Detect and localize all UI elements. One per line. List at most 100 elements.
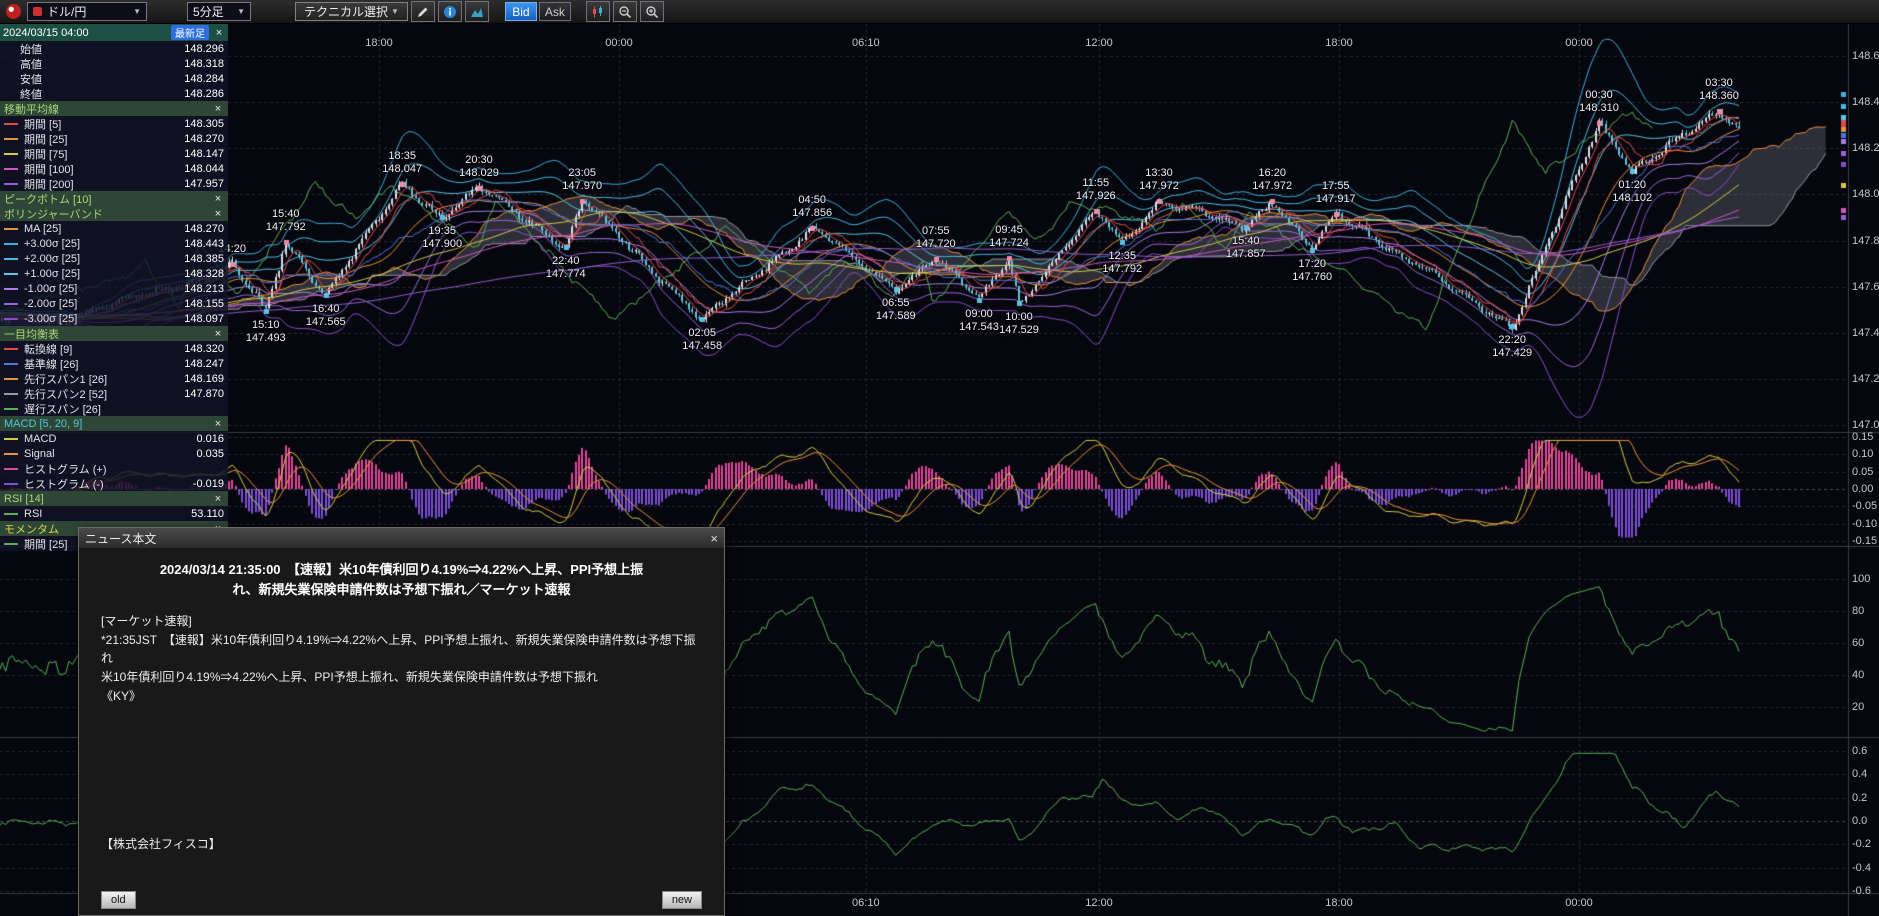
sidebar-section-header: RSI [14]× bbox=[0, 491, 228, 506]
indicator-row: MA [25]148.270 bbox=[0, 221, 228, 236]
indicator-row: 基準線 [26]148.247 bbox=[0, 356, 228, 371]
section-close-icon[interactable]: × bbox=[212, 193, 224, 205]
technical-select-button[interactable]: テクニカル選択 ▼ bbox=[295, 2, 408, 21]
indicator-label: -3.00σ [25] bbox=[24, 313, 184, 325]
ohlc-row-close: 終値 148.286 bbox=[0, 86, 228, 101]
indicator-row: 期間 [200]147.957 bbox=[0, 176, 228, 191]
indicator-label: 期間 [25] bbox=[24, 131, 184, 147]
chevron-down-icon: ▼ bbox=[391, 7, 399, 16]
indicator-label: MACD bbox=[24, 433, 196, 445]
section-close-icon[interactable]: × bbox=[212, 208, 224, 220]
indicator-row: ヒストグラム (+) bbox=[0, 461, 228, 476]
indicator-row: Signal0.035 bbox=[0, 446, 228, 461]
series-color-swatch bbox=[4, 183, 18, 185]
ohlc-value: 148.296 bbox=[184, 43, 224, 55]
indicator-value: -0.019 bbox=[193, 478, 224, 490]
indicator-row: -3.00σ [25]148.097 bbox=[0, 311, 228, 326]
indicator-value: 147.870 bbox=[184, 388, 224, 400]
series-color-swatch bbox=[4, 123, 18, 125]
ohlc-label: 高値 bbox=[20, 56, 184, 72]
timeframe-label: 5分足 bbox=[193, 3, 229, 20]
technical-select-label: テクニカル選択 bbox=[304, 3, 388, 20]
indicator-label: -2.00σ [25] bbox=[24, 298, 184, 310]
news-dialog-titlebar[interactable]: ニュース本文 × bbox=[79, 528, 724, 548]
indicator-label: MA [25] bbox=[24, 223, 184, 235]
zoom-out-button[interactable] bbox=[613, 1, 637, 22]
indicator-value: 148.213 bbox=[184, 283, 224, 295]
info-button[interactable] bbox=[438, 1, 462, 22]
info-icon bbox=[443, 5, 457, 19]
close-icon[interactable]: × bbox=[710, 531, 718, 546]
zoom-out-icon bbox=[618, 5, 632, 19]
ohlc-label: 終値 bbox=[20, 86, 184, 102]
timeframe-select[interactable]: 5分足 ▼ bbox=[187, 2, 251, 21]
indicator-row: +1.00σ [25]148.328 bbox=[0, 266, 228, 281]
indicator-value: 148.320 bbox=[184, 343, 224, 355]
news-headline: 2024/03/14 21:35:00 【速報】米10年債利回り4.19%⇒4.… bbox=[79, 548, 724, 602]
ohlc-row-open: 始値 148.296 bbox=[0, 41, 228, 56]
sidebar-section-header: ボリンジャーバンド× bbox=[0, 206, 228, 221]
indicator-value: 148.270 bbox=[184, 223, 224, 235]
indicator-value: 148.247 bbox=[184, 358, 224, 370]
indicator-label: ヒストグラム (-) bbox=[24, 476, 193, 492]
indicator-row: 期間 [25]148.270 bbox=[0, 131, 228, 146]
newer-news-button[interactable]: new bbox=[662, 891, 702, 909]
section-close-icon[interactable]: × bbox=[212, 418, 224, 430]
indicator-value: 0.035 bbox=[196, 448, 224, 460]
ohlc-row-low: 安値 148.284 bbox=[0, 71, 228, 86]
indicator-row: +2.00σ [25]148.385 bbox=[0, 251, 228, 266]
close-icon[interactable]: × bbox=[213, 27, 225, 39]
ask-toggle-button[interactable]: Ask bbox=[539, 2, 571, 21]
zoom-in-button[interactable] bbox=[640, 1, 664, 22]
indicator-label: RSI bbox=[24, 508, 191, 520]
indicator-row: +3.00σ [25]148.443 bbox=[0, 236, 228, 251]
draw-pencil-button[interactable] bbox=[411, 1, 435, 22]
indicator-row: 先行スパン1 [26]148.169 bbox=[0, 371, 228, 386]
series-color-swatch bbox=[4, 318, 18, 320]
indicator-label: 遅行スパン [26] bbox=[24, 401, 224, 417]
candle-chart-button[interactable] bbox=[586, 1, 610, 22]
section-title: MACD [5, 20, 9] bbox=[4, 418, 212, 430]
ohlc-value: 148.318 bbox=[184, 58, 224, 70]
bid-toggle-button[interactable]: Bid bbox=[505, 2, 537, 21]
series-color-swatch bbox=[4, 258, 18, 260]
area-chart-button[interactable] bbox=[465, 1, 489, 22]
series-color-swatch bbox=[4, 363, 18, 365]
candlestick-icon bbox=[591, 5, 605, 19]
series-color-swatch bbox=[4, 168, 18, 170]
app-logo-icon[interactable] bbox=[6, 4, 21, 19]
candle-datetime: 2024/03/15 04:00 bbox=[3, 27, 171, 39]
indicator-label: 期間 [75] bbox=[24, 146, 184, 162]
zoom-in-icon bbox=[645, 5, 659, 19]
latest-candle-badge: 最新足 bbox=[171, 25, 209, 40]
news-dialog: ニュース本文 × 2024/03/14 21:35:00 【速報】米10年債利回… bbox=[78, 527, 725, 916]
indicator-label: ヒストグラム (+) bbox=[24, 461, 224, 477]
current-candle-header: 2024/03/15 04:00 最新足 × bbox=[0, 24, 228, 41]
indicator-label: 期間 [200] bbox=[24, 176, 184, 192]
section-close-icon[interactable]: × bbox=[212, 328, 224, 340]
section-title: 一目均衡表 bbox=[4, 326, 212, 342]
sidebar-section-header: 移動平均線× bbox=[0, 101, 228, 116]
series-color-swatch bbox=[4, 273, 18, 275]
ohlc-value: 148.284 bbox=[184, 73, 224, 85]
indicator-label: 転換線 [9] bbox=[24, 341, 184, 357]
indicator-value: 148.385 bbox=[184, 253, 224, 265]
chevron-down-icon: ▼ bbox=[237, 7, 245, 16]
indicator-label: 先行スパン2 [52] bbox=[24, 386, 184, 402]
older-news-button[interactable]: old bbox=[101, 891, 136, 909]
currency-pair-select[interactable]: ドル/円 ▼ bbox=[27, 2, 147, 21]
sidebar-section-header: ピークボトム [10]× bbox=[0, 191, 228, 206]
indicator-value: 148.155 bbox=[184, 298, 224, 310]
section-title: ピークボトム [10] bbox=[4, 191, 212, 207]
indicator-label: +2.00σ [25] bbox=[24, 253, 184, 265]
indicator-row: 遅行スパン [26] bbox=[0, 401, 228, 416]
section-close-icon[interactable]: × bbox=[212, 493, 224, 505]
indicator-value: 148.328 bbox=[184, 268, 224, 280]
indicator-sidebar: 2024/03/15 04:00 最新足 × 始値 148.296 高値 148… bbox=[0, 24, 228, 551]
section-close-icon[interactable]: × bbox=[212, 103, 224, 115]
chevron-down-icon: ▼ bbox=[133, 7, 141, 16]
indicator-value: 148.305 bbox=[184, 118, 224, 130]
series-color-swatch bbox=[4, 228, 18, 230]
indicator-row: -1.00σ [25]148.213 bbox=[0, 281, 228, 296]
indicator-row: -2.00σ [25]148.155 bbox=[0, 296, 228, 311]
